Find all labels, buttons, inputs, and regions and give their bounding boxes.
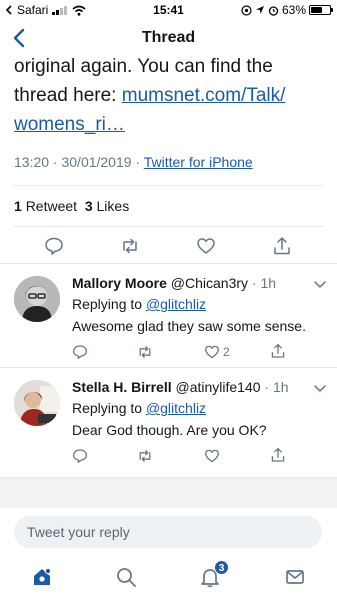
thread-link-continued[interactable]: womens_ri… xyxy=(14,114,125,135)
user-handle[interactable]: @atinylife140 xyxy=(175,379,260,395)
chevron-down-icon[interactable] xyxy=(313,381,327,395)
reply-icon[interactable] xyxy=(72,344,88,360)
display-name[interactable]: Stella H. Birrell xyxy=(72,379,172,395)
alarm-icon xyxy=(268,5,279,16)
tweet-meta: 13:20 · 30/01/2019 · Twitter for iPhone xyxy=(14,154,253,170)
avatar-image xyxy=(14,380,60,426)
reply-time: · 1h xyxy=(248,275,277,291)
divider xyxy=(14,185,323,186)
page-title: Thread xyxy=(141,29,196,46)
avatar-image xyxy=(14,276,60,322)
status-bar: Safari 15:41 63% xyxy=(0,0,337,20)
like-count: 2 xyxy=(223,345,230,359)
reply-compose-input[interactable]: Tweet your reply xyxy=(14,516,322,548)
search-icon[interactable] xyxy=(115,566,137,588)
retweet-count[interactable]: 1 Retweet xyxy=(14,198,77,214)
display-name[interactable]: Mallory Moore xyxy=(72,275,167,291)
replying-to: Replying to @glitchliz xyxy=(72,296,207,312)
location-icon xyxy=(255,6,264,14)
battery-fill xyxy=(311,7,323,13)
tab-bar: 3 xyxy=(0,556,337,600)
reply-tweet[interactable]: Mallory Moore @Chican3ry · 1h Replying t… xyxy=(0,264,337,366)
share-icon[interactable] xyxy=(270,343,286,359)
status-right: 63% xyxy=(241,3,333,17)
tweet-text: original again. You can find the thread … xyxy=(14,52,326,139)
nav-header: Thread xyxy=(0,20,337,56)
battery-icon xyxy=(309,5,333,15)
avatar[interactable] xyxy=(14,276,60,322)
like-icon[interactable] xyxy=(196,236,216,256)
user-handle[interactable]: @Chican3ry xyxy=(171,275,248,291)
retweet-icon[interactable] xyxy=(137,344,153,360)
home-icon[interactable] xyxy=(31,566,53,588)
mention-link[interactable]: @glitchliz xyxy=(146,400,206,416)
reply-tweet[interactable]: Stella H. Birrell @atinylife140 · 1h Rep… xyxy=(0,368,337,474)
tweet-line-3: womens_ri… xyxy=(14,110,326,139)
messages-icon[interactable] xyxy=(284,566,306,588)
replying-to: Replying to @glitchliz xyxy=(72,400,207,416)
like-icon[interactable] xyxy=(204,448,220,464)
avatar[interactable] xyxy=(14,380,60,426)
reply-body: Awesome glad they saw some sense. xyxy=(72,318,306,334)
like-icon[interactable] xyxy=(204,344,220,360)
retweet-icon[interactable] xyxy=(137,448,153,464)
engagement-counts: 1 Retweet 3 Likes xyxy=(14,198,129,214)
mention-link[interactable]: @glitchliz xyxy=(146,296,206,312)
tweet-source-link[interactable]: Twitter for iPhone xyxy=(144,154,253,170)
reply-icon[interactable] xyxy=(72,448,88,464)
tweet-line-2-prefix: thread here: xyxy=(14,85,122,106)
retweet-icon[interactable] xyxy=(120,236,140,256)
share-icon[interactable] xyxy=(272,236,292,256)
share-icon[interactable] xyxy=(270,447,286,463)
reply-body: Dear God though. Are you OK? xyxy=(72,422,267,438)
reply-time: · 1h xyxy=(260,379,289,395)
tweet-line-2: thread here: mumsnet.com/Talk/ xyxy=(14,81,326,110)
divider xyxy=(14,226,323,227)
chevron-down-icon[interactable] xyxy=(313,277,327,291)
reply-author: Mallory Moore @Chican3ry · 1h xyxy=(72,275,276,291)
list-end-spacer xyxy=(0,478,337,508)
reply-icon[interactable] xyxy=(44,236,64,256)
tweet-line-1: original again. You can find the xyxy=(14,56,273,77)
tweet-actions xyxy=(0,236,337,260)
screen-lock-icon xyxy=(241,4,252,16)
battery-percent: 63% xyxy=(281,3,306,17)
thread-link[interactable]: mumsnet.com/Talk/ xyxy=(122,85,286,106)
notifications-badge: 3 xyxy=(214,560,229,575)
reply-author: Stella H. Birrell @atinylife140 · 1h xyxy=(72,379,289,395)
likes-count[interactable]: 3 Likes xyxy=(85,198,129,214)
compose-placeholder: Tweet your reply xyxy=(27,524,130,540)
tweet-timestamp: 13:20 · 30/01/2019 · xyxy=(14,154,144,170)
